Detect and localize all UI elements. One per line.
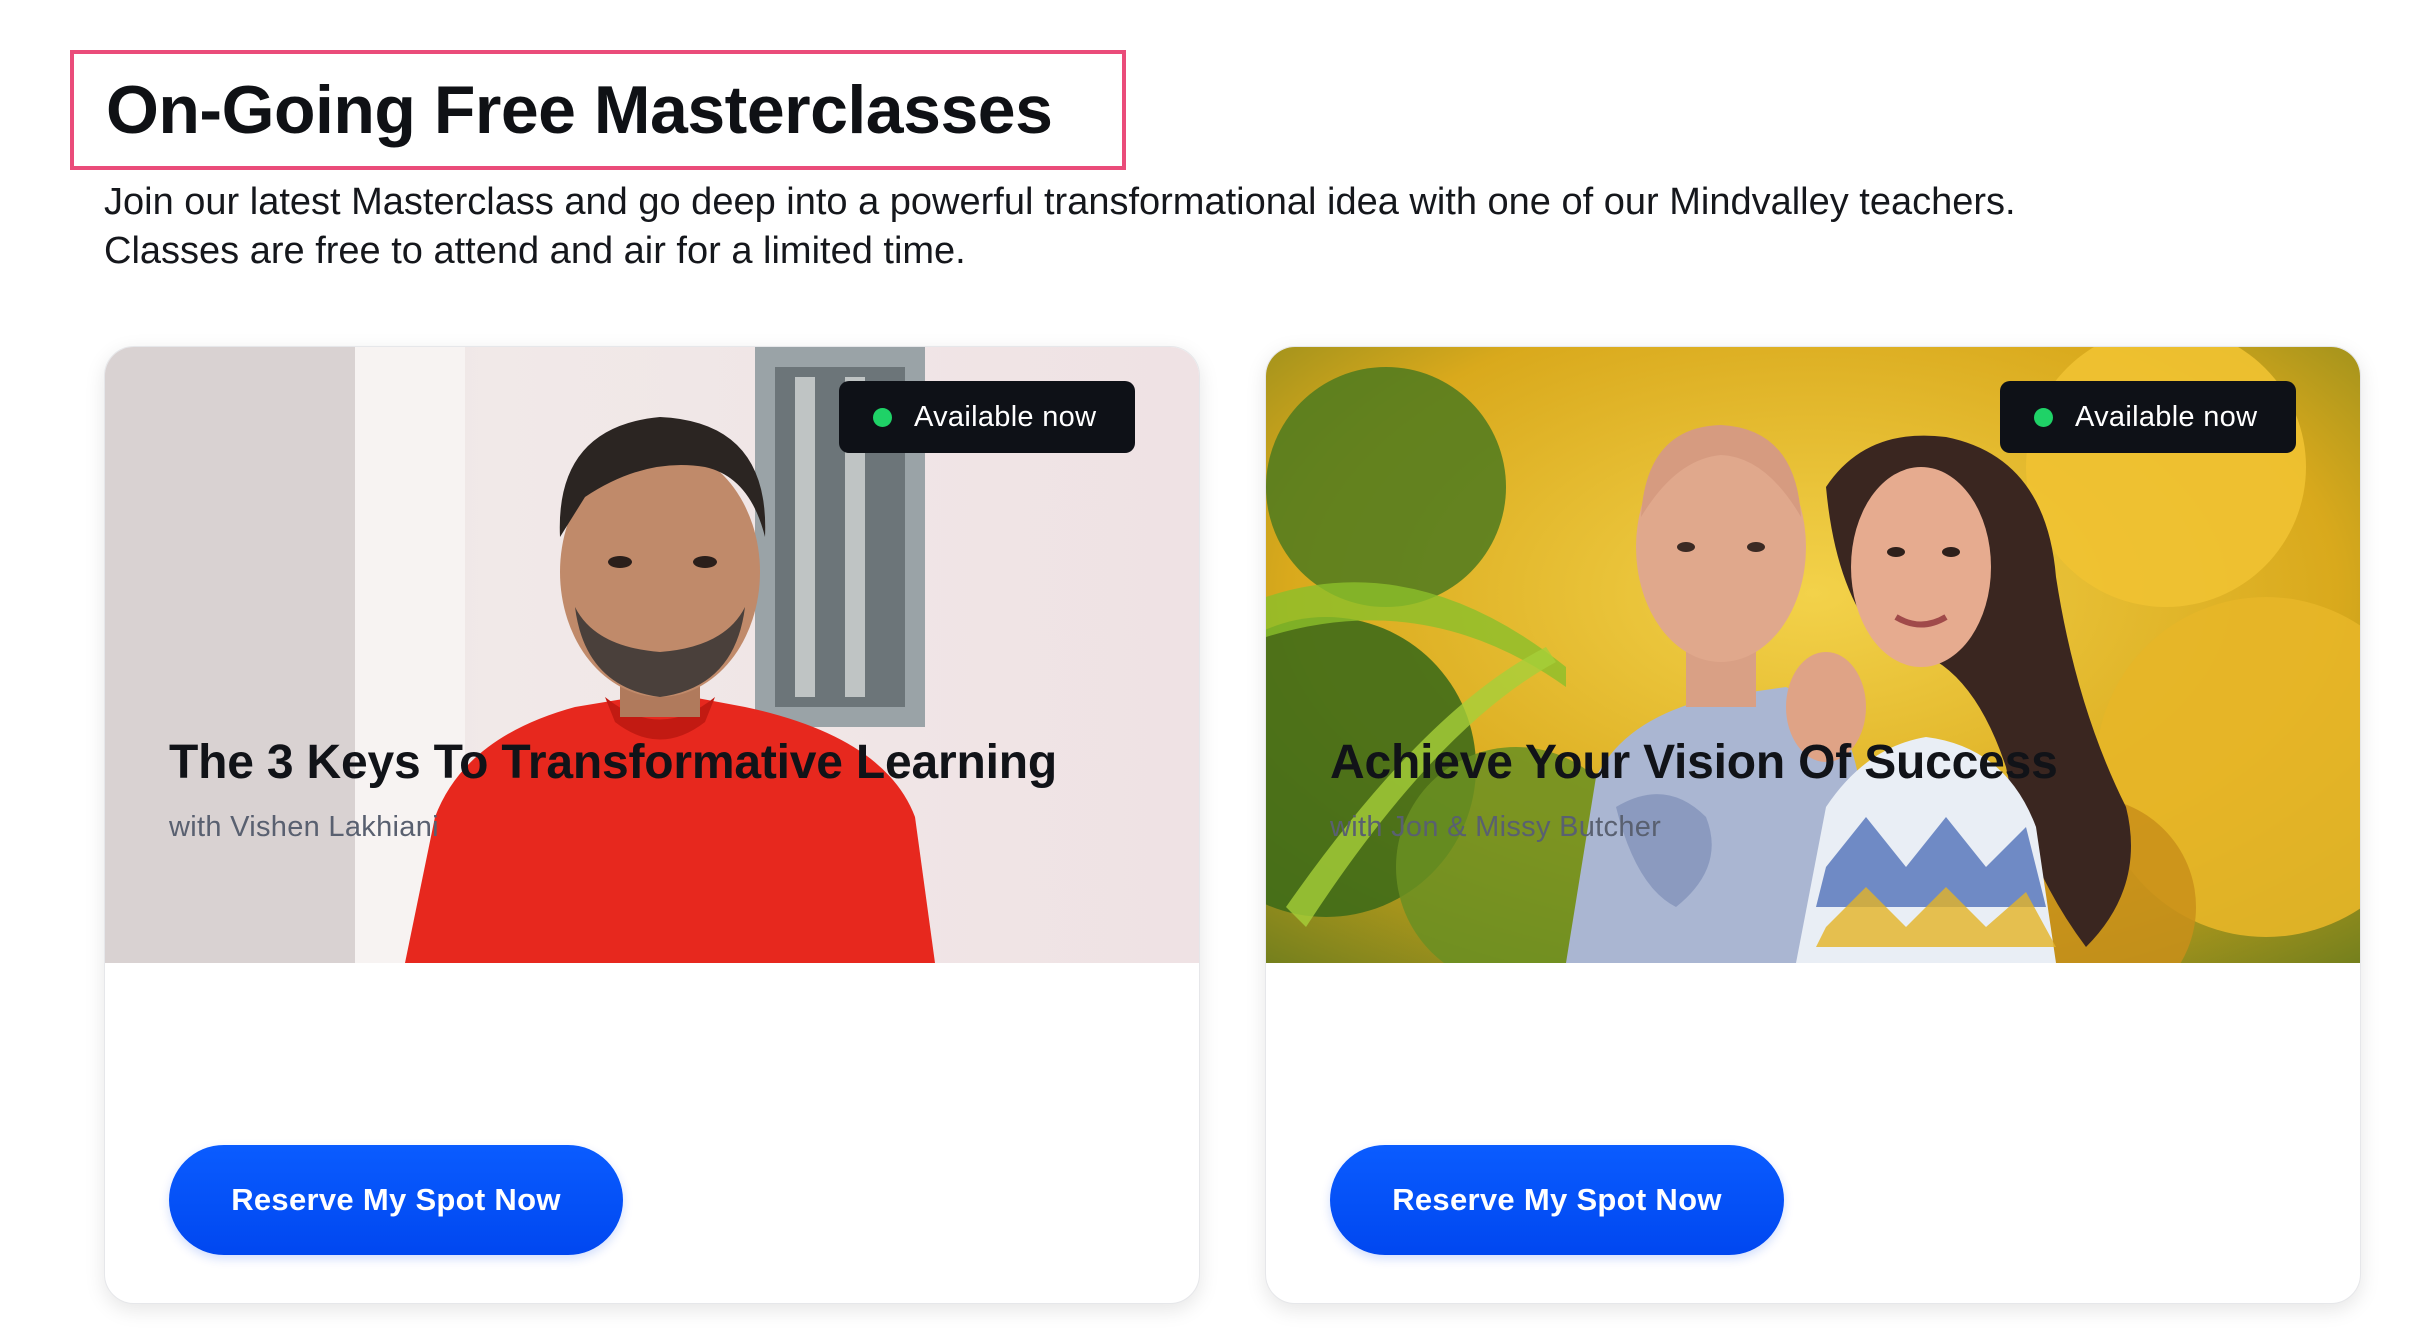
intro-line-1: Join our latest Masterclass and go deep … [104, 181, 2016, 223]
reserve-spot-button[interactable]: Reserve My Spot Now [169, 1145, 623, 1255]
availability-badge: Available now [839, 381, 1135, 453]
masterclass-title[interactable]: Achieve Your Vision Of Success [1330, 735, 2058, 790]
masterclass-image: Available now [105, 347, 1199, 963]
badge-label: Available now [2075, 400, 2258, 433]
masterclass-card[interactable]: Available now The 3 Keys To Transformati… [104, 346, 1200, 1304]
status-dot-icon [873, 407, 892, 427]
status-dot-icon [2034, 407, 2053, 427]
masterclass-card[interactable]: Available now Achieve Your Vision Of Suc… [1265, 346, 2361, 1304]
section-intro: Join our latest Masterclass and go deep … [104, 178, 2354, 276]
reserve-spot-button[interactable]: Reserve My Spot Now [1330, 1145, 1784, 1255]
masterclass-image: Available now [1266, 347, 2360, 963]
instructor-name: with Jon & Missy Butcher [1330, 811, 1662, 843]
title-highlight-box: On-Going Free Masterclasses [70, 50, 1126, 170]
badge-label: Available now [914, 400, 1097, 433]
instructor-name: with Vishen Lakhiani [169, 811, 439, 843]
availability-badge: Available now [2000, 381, 2296, 453]
page-title: On-Going Free Masterclasses [106, 72, 1053, 148]
masterclass-title[interactable]: The 3 Keys To Transformative Learning [169, 735, 1057, 790]
intro-line-2: Classes are free to attend and air for a… [104, 230, 966, 272]
